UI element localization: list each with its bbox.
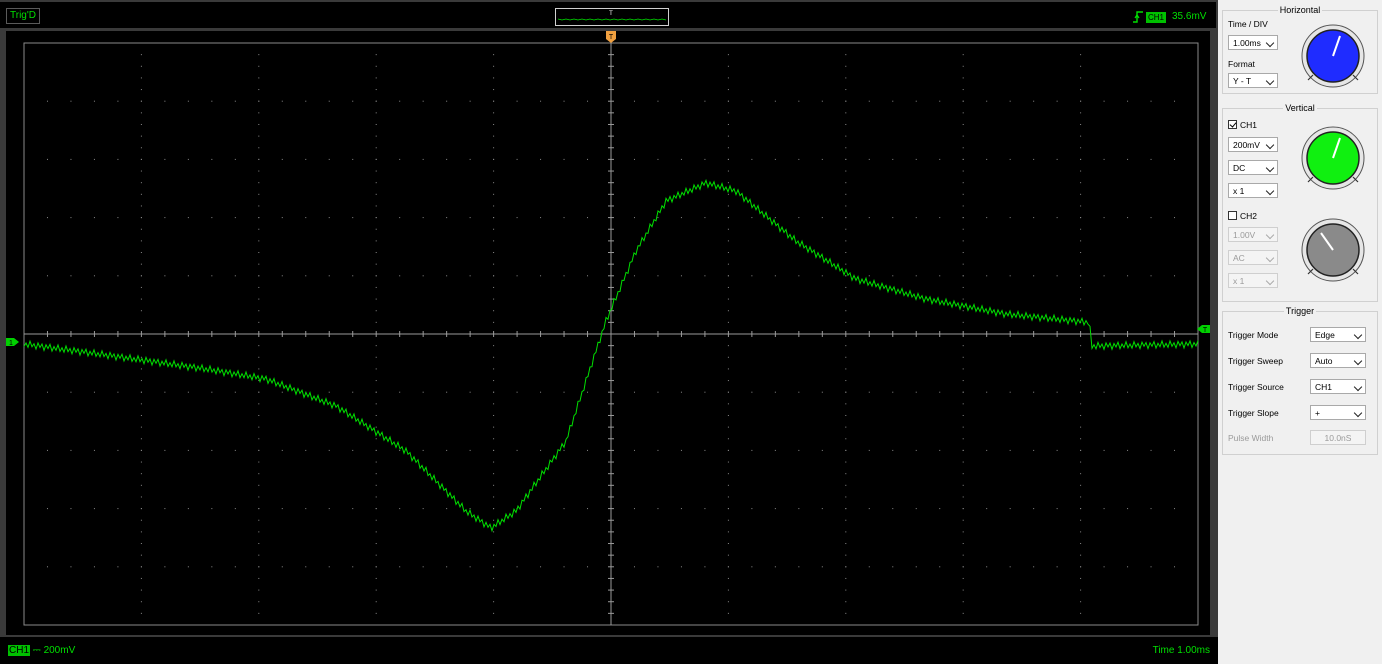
time-div-label: Time / DIV bbox=[1228, 19, 1268, 29]
svg-text:T: T bbox=[609, 34, 614, 41]
trigger-slope-label: Trigger Slope bbox=[1228, 408, 1279, 418]
trigger-channel-badge: CH1 bbox=[1146, 12, 1167, 23]
trigger-source-value: CH1 bbox=[1315, 382, 1333, 392]
timebase-knob[interactable] bbox=[1300, 23, 1366, 89]
trigger-sweep-label: Trigger Sweep bbox=[1228, 356, 1283, 366]
svg-text:1: 1 bbox=[9, 340, 13, 347]
ch2-probe-value: x 1 bbox=[1233, 276, 1245, 286]
trigger-source-label: Trigger Source bbox=[1228, 382, 1284, 392]
rising-slope-icon bbox=[1133, 11, 1143, 23]
ch2-label: CH2 bbox=[1240, 211, 1258, 221]
format-label: Format bbox=[1228, 59, 1255, 69]
chevron-down-icon bbox=[1265, 230, 1275, 240]
ch2-volts-knob[interactable] bbox=[1300, 217, 1366, 283]
pulse-width-label: Pulse Width bbox=[1228, 433, 1274, 443]
ch1-coupling-value: DC bbox=[1233, 163, 1246, 173]
trigger-group: Trigger Trigger Mode Edge Trigger Sweep … bbox=[1222, 306, 1378, 455]
ch1-scale-readout: CH1 ⎓ 200mV bbox=[8, 645, 75, 657]
trigger-slope-select[interactable]: + bbox=[1310, 405, 1366, 420]
vertical-title: Vertical bbox=[1283, 103, 1317, 113]
ch2-probe-select[interactable]: x 1 bbox=[1228, 273, 1278, 288]
bottom-status-bar: CH1 ⎓ 200mV Time 1.00ms bbox=[0, 637, 1218, 664]
ch1-probe-value: x 1 bbox=[1233, 186, 1245, 196]
ch1-volts-select[interactable]: 200mV bbox=[1228, 137, 1278, 152]
trigger-source-select[interactable]: CH1 bbox=[1310, 379, 1366, 394]
ch2-volts-select[interactable]: 1.00V bbox=[1228, 227, 1278, 242]
chevron-down-icon bbox=[1353, 382, 1363, 392]
ch1-volts-knob[interactable] bbox=[1300, 125, 1366, 191]
trigger-state-indicator: Trig'D bbox=[6, 8, 40, 24]
chevron-down-icon bbox=[1265, 38, 1275, 48]
svg-text:T: T bbox=[1203, 327, 1208, 334]
format-select[interactable]: Y - T bbox=[1228, 73, 1278, 88]
ch1-badge: CH1 bbox=[8, 645, 31, 656]
ch2-checkbox[interactable] bbox=[1228, 211, 1237, 220]
dc-coupling-icon: ⎓ bbox=[30, 645, 44, 656]
ch1-scale-value: 200mV bbox=[43, 645, 76, 656]
chevron-down-icon bbox=[1265, 163, 1275, 173]
top-status-bar: Trig'D T CH1 35.6mV bbox=[0, 2, 1216, 28]
trigger-title: Trigger bbox=[1283, 306, 1317, 316]
overview-trigger-mark: T bbox=[609, 11, 613, 17]
chevron-down-icon bbox=[1265, 186, 1275, 196]
chevron-down-icon bbox=[1265, 276, 1275, 286]
chevron-down-icon bbox=[1265, 253, 1275, 263]
waveform-overview[interactable]: T bbox=[555, 8, 669, 26]
horizontal-title: Horizontal bbox=[1277, 5, 1323, 15]
chevron-down-icon bbox=[1265, 76, 1275, 86]
ch1-coupling-select[interactable]: DC bbox=[1228, 160, 1278, 175]
trigger-slope-value: + bbox=[1315, 408, 1320, 418]
trigger-mode-value: Edge bbox=[1315, 330, 1335, 340]
format-value: Y - T bbox=[1233, 76, 1252, 86]
ch1-volts-value: 200mV bbox=[1233, 140, 1260, 150]
ch1-probe-select[interactable]: x 1 bbox=[1228, 183, 1278, 198]
trigger-sweep-select[interactable]: Auto bbox=[1310, 353, 1366, 368]
pulse-width-field[interactable]: 10.0nS bbox=[1310, 430, 1366, 445]
ch1-checkbox[interactable] bbox=[1228, 120, 1237, 129]
scope-display: Trig'D T CH1 35.6mV T 1 T CH1 ⎓ 200mV Ti… bbox=[0, 0, 1218, 664]
checkmark-icon bbox=[1229, 120, 1237, 128]
trigger-mode-select[interactable]: Edge bbox=[1310, 327, 1366, 342]
time-div-value: 1.00ms bbox=[1233, 38, 1261, 48]
control-panel: Horizontal Time / DIV 1.00ms Format Y - … bbox=[1218, 0, 1382, 664]
ch1-label: CH1 bbox=[1240, 120, 1258, 130]
trigger-level-readout: 35.6mV bbox=[1172, 11, 1207, 22]
ch2-coupling-value: AC bbox=[1233, 253, 1245, 263]
horizontal-group: Horizontal Time / DIV 1.00ms Format Y - … bbox=[1222, 5, 1378, 94]
trigger-sweep-value: Auto bbox=[1315, 356, 1333, 366]
ch2-volts-value: 1.00V bbox=[1233, 230, 1256, 240]
chevron-down-icon bbox=[1265, 140, 1275, 150]
time-div-select[interactable]: 1.00ms bbox=[1228, 35, 1278, 50]
time-scale-readout: Time 1.00ms bbox=[1152, 645, 1210, 656]
ch2-coupling-select[interactable]: AC bbox=[1228, 250, 1278, 265]
vertical-group: Vertical CH1 200mV DC x 1 CH2 1.00V AC x… bbox=[1222, 103, 1378, 302]
chevron-down-icon bbox=[1353, 408, 1363, 418]
waveform-screen[interactable]: T 1 T bbox=[6, 31, 1210, 635]
chevron-down-icon bbox=[1353, 330, 1363, 340]
trigger-mode-label: Trigger Mode bbox=[1228, 330, 1279, 340]
chevron-down-icon bbox=[1353, 356, 1363, 366]
